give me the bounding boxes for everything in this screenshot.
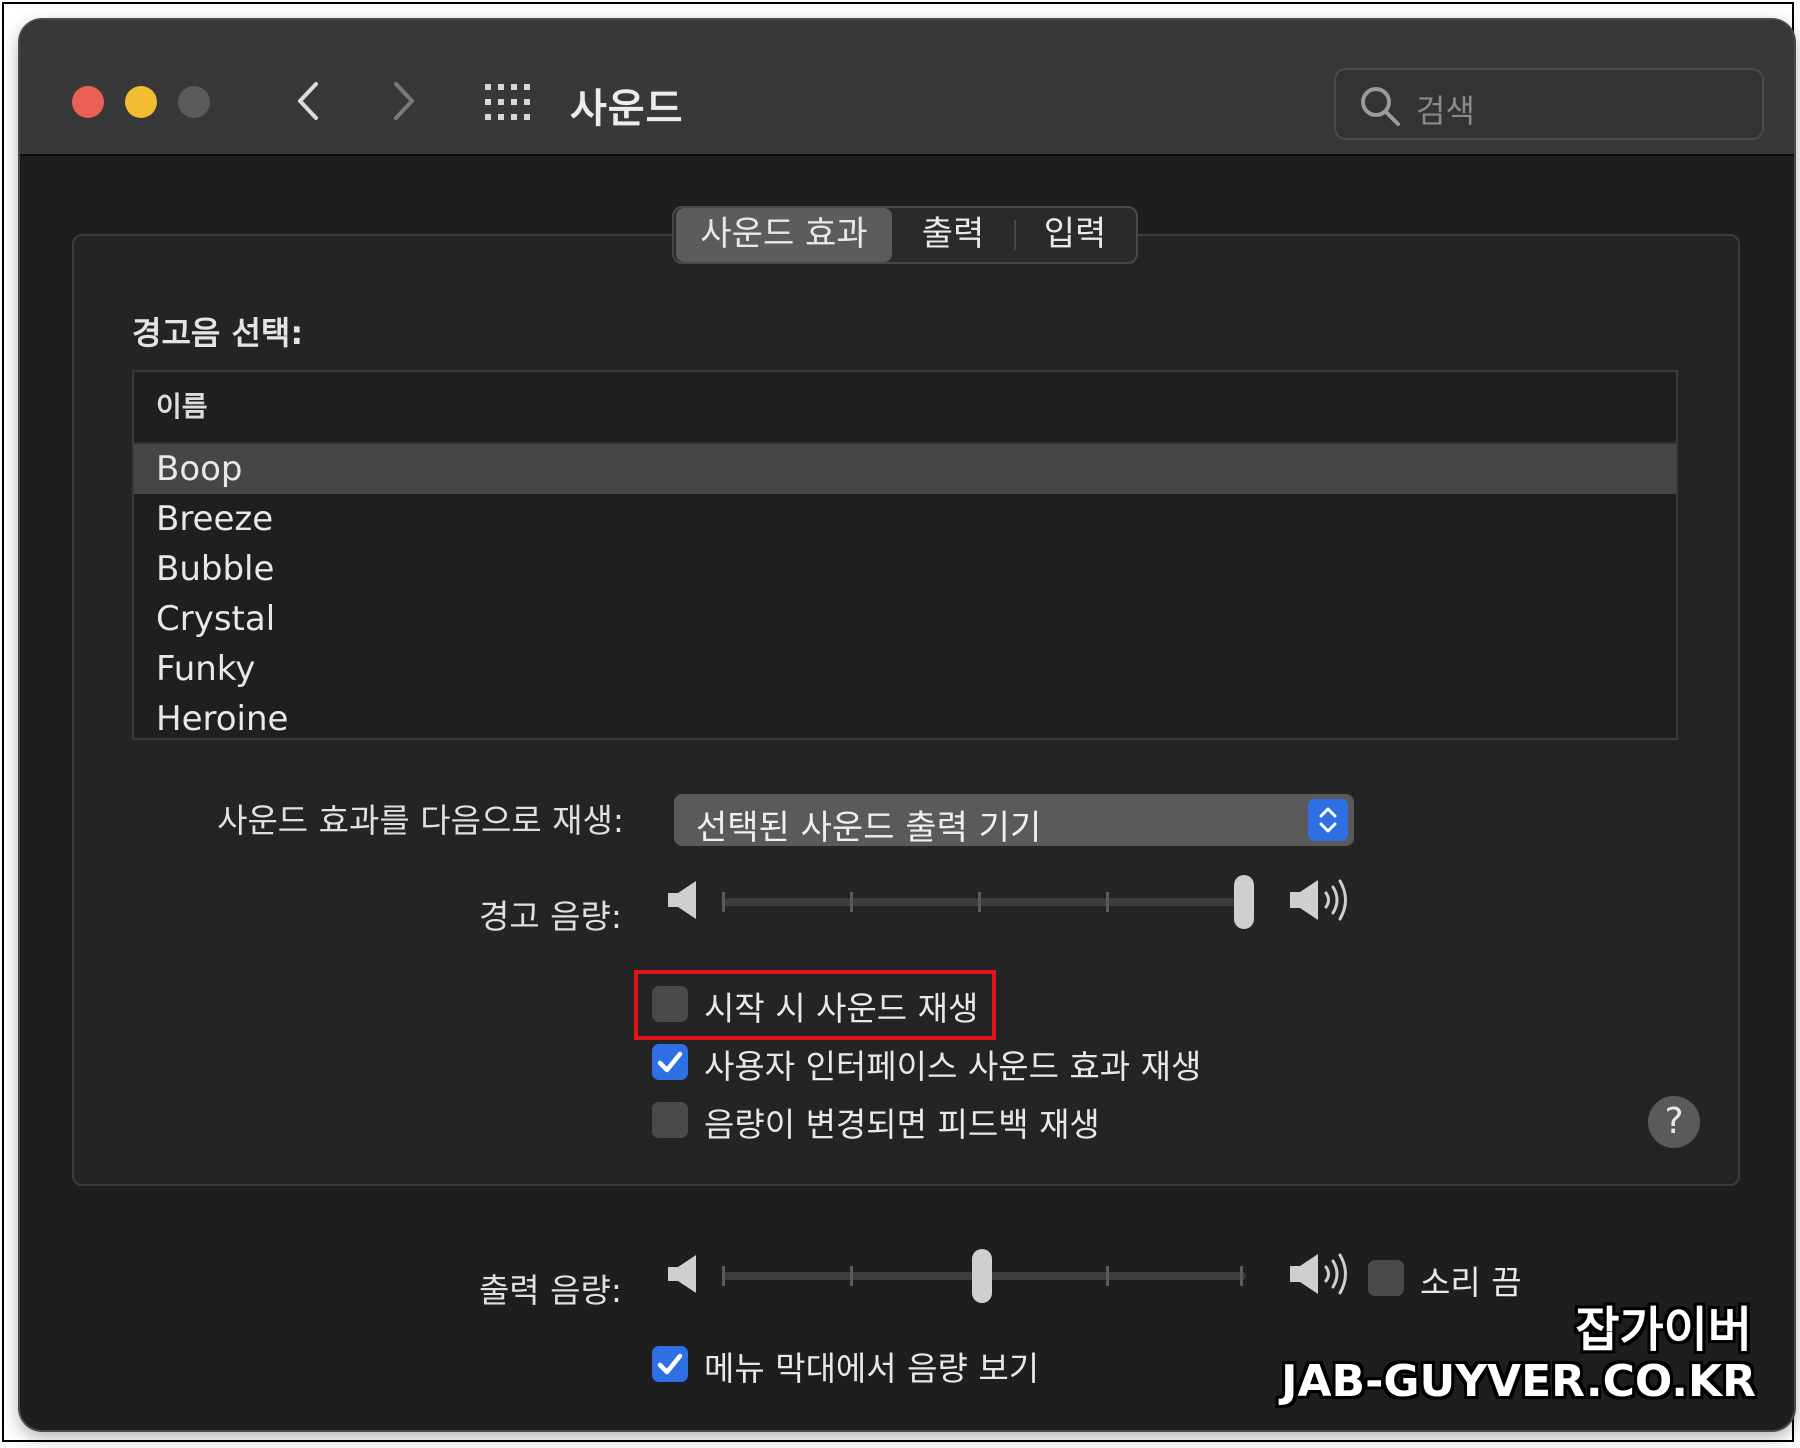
slider-tick	[850, 1266, 853, 1286]
output-volume-label: 출력 음량:	[478, 1271, 622, 1310]
search-placeholder: 검색	[1416, 92, 1475, 130]
checkbox-label: 시작 시 사운드 재생	[704, 989, 979, 1028]
show-all-grid-icon[interactable]	[485, 84, 531, 120]
output-volume-knob[interactable]	[972, 1249, 992, 1303]
list-item-bubble[interactable]: Bubble	[134, 544, 1676, 594]
tab-bar: 사운드 효과 출력 입력	[672, 206, 1138, 264]
slider-tick	[1240, 1266, 1243, 1286]
list-item-crystal[interactable]: Crystal	[134, 594, 1676, 644]
checkbox-box[interactable]	[652, 1346, 688, 1382]
list-item-breeze[interactable]: Breeze	[134, 494, 1676, 544]
tab-sound-effects[interactable]: 사운드 효과	[676, 208, 892, 262]
play-through-popup[interactable]: 선택된 사운드 출력 기기	[674, 794, 1354, 848]
alert-volume-slider[interactable]	[722, 898, 1246, 906]
title-bar: 사운드 검색	[20, 20, 1794, 156]
checkmark-icon	[657, 1051, 683, 1073]
speaker-low-icon	[668, 1255, 696, 1293]
search-field[interactable]: 검색	[1334, 68, 1764, 140]
tab-input[interactable]: 입력	[1014, 208, 1136, 262]
checkmark-icon	[657, 1353, 683, 1375]
checkbox-box[interactable]	[1368, 1260, 1404, 1296]
list-item-heroine[interactable]: Heroine	[134, 694, 1676, 738]
play-through-value: 선택된 사운드 출력 기기	[696, 808, 1042, 848]
alert-sound-label: 경고음 선택:	[132, 314, 304, 352]
checkbox-label: 사용자 인터페이스 사운드 효과 재생	[704, 1047, 1202, 1086]
watermark-korean: 잡가이버	[1575, 1302, 1752, 1358]
checkbox-box[interactable]	[652, 1044, 688, 1080]
slider-tick	[978, 892, 981, 912]
close-button[interactable]	[72, 86, 104, 118]
speaker-high-icon	[1290, 879, 1347, 921]
popup-arrows-icon	[1308, 799, 1348, 841]
slider-tick	[850, 892, 853, 912]
zoom-button[interactable]	[178, 86, 210, 118]
watermark-url: JAB-GUYVER.CO.KR	[1281, 1356, 1756, 1407]
minimize-button[interactable]	[125, 86, 157, 118]
help-button[interactable]: ?	[1648, 1096, 1700, 1148]
speaker-high-icon	[1290, 1253, 1347, 1295]
play-through-label: 사운드 효과를 다음으로 재생:	[217, 801, 624, 840]
list-column-header[interactable]: 이름	[134, 372, 1676, 444]
tab-output[interactable]: 출력	[892, 208, 1014, 262]
alert-sound-list[interactable]: 이름 Boop Breeze Bubble Crystal Funky Hero…	[132, 370, 1678, 740]
list-item-funky[interactable]: Funky	[134, 644, 1676, 694]
search-icon	[1361, 87, 1400, 126]
checkbox-label: 소리 끔	[1420, 1263, 1522, 1302]
alert-volume-knob[interactable]	[1234, 875, 1254, 929]
checkbox-box[interactable]	[652, 986, 688, 1022]
checkbox-label: 음량이 변경되면 피드백 재생	[704, 1105, 1100, 1144]
slider-tick	[722, 892, 725, 912]
list-item-boop[interactable]: Boop	[134, 444, 1676, 494]
slider-tick	[722, 1266, 725, 1286]
window-title: 사운드	[570, 86, 684, 132]
forward-chevron-icon[interactable]	[384, 76, 424, 126]
back-chevron-icon[interactable]	[288, 76, 328, 126]
slider-tick	[1106, 892, 1109, 912]
sound-preferences-window: 사운드 검색 사운드 효과 출력 입력 경고음 선택: 이름 Boop Bree…	[20, 20, 1794, 1430]
checkbox-box[interactable]	[652, 1102, 688, 1138]
alert-volume-label: 경고 음량:	[478, 897, 622, 936]
checkbox-label: 메뉴 막대에서 음량 보기	[704, 1349, 1040, 1388]
slider-tick	[1106, 1266, 1109, 1286]
speaker-low-icon	[668, 881, 696, 919]
